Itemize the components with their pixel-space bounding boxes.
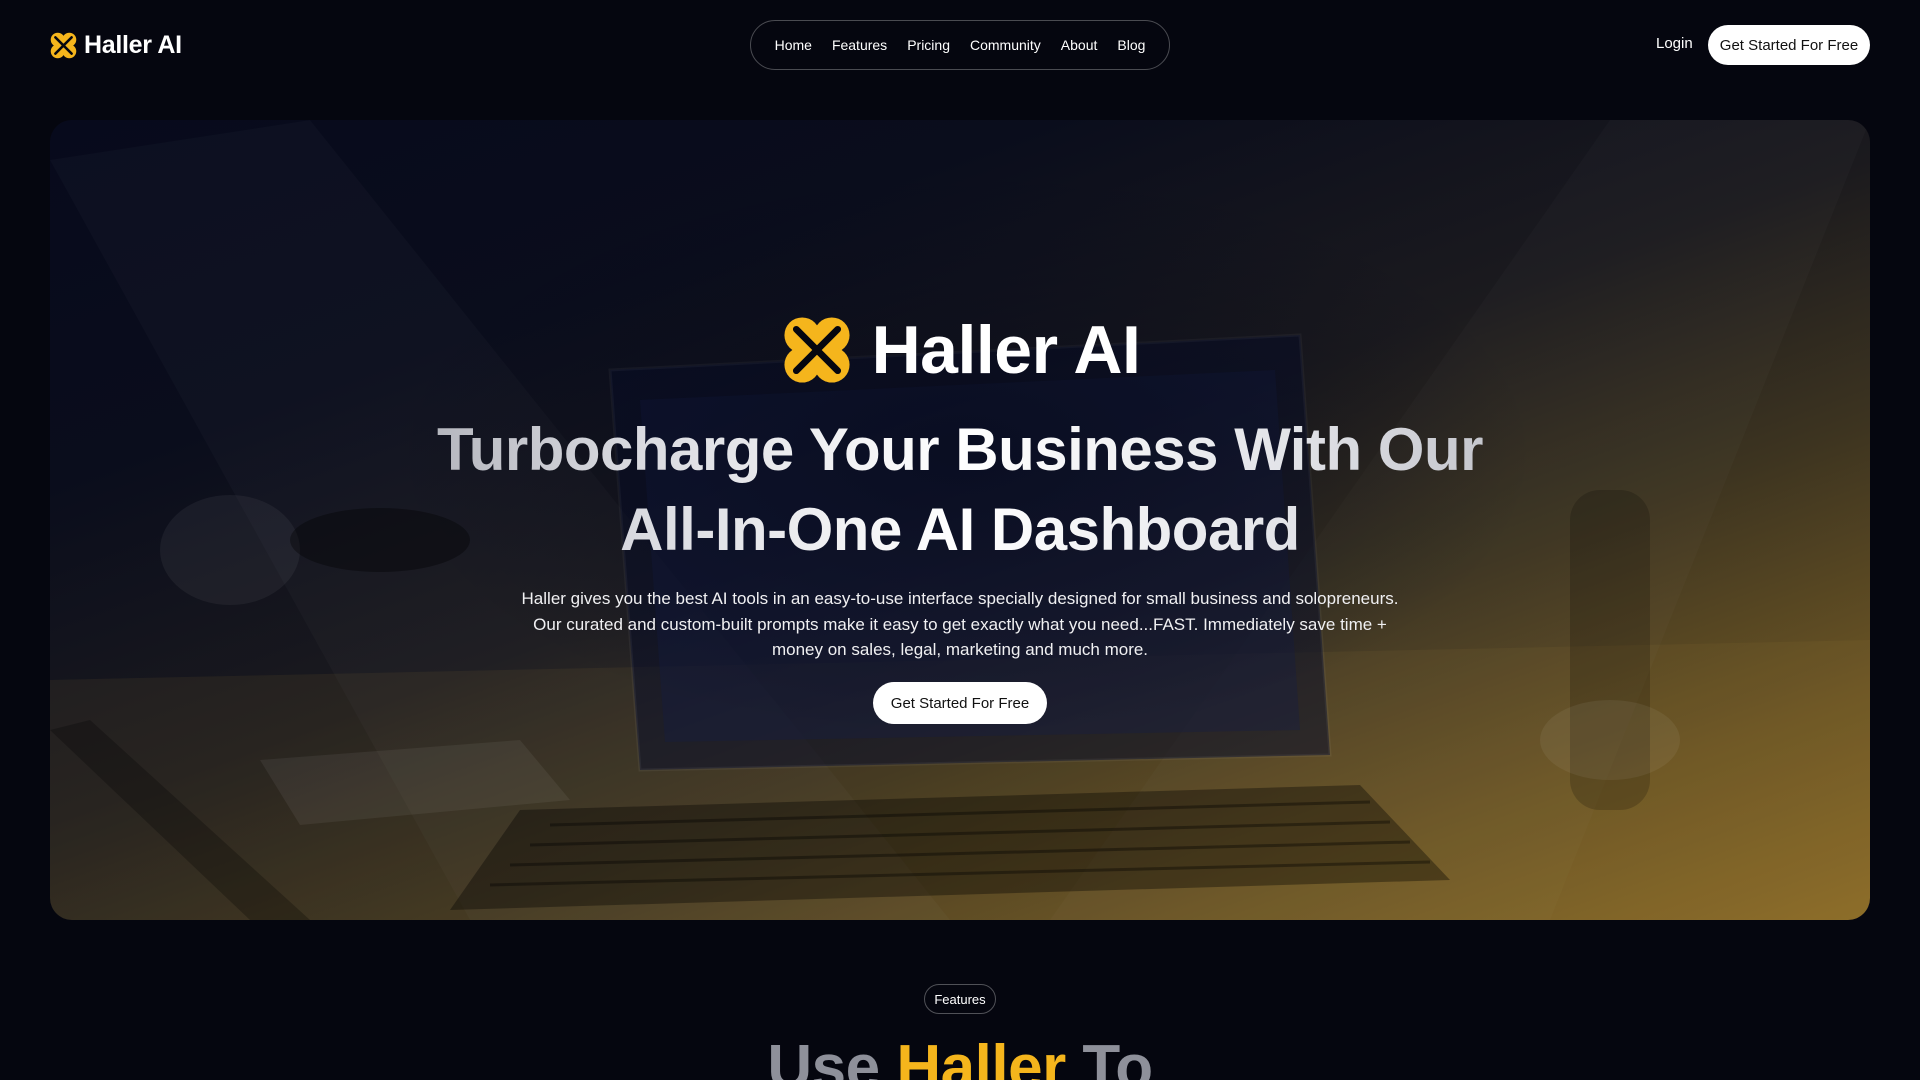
features-heading-accent: Haller — [896, 1033, 1066, 1080]
main-nav: Home Features Pricing Community About Bl… — [750, 20, 1170, 70]
nav-link-blog[interactable]: Blog — [1117, 37, 1145, 53]
hero-description: Haller gives you the best AI tools in an… — [521, 589, 1399, 659]
brand-name: Haller AI — [84, 30, 182, 59]
headline-line-1: Turbocharge Your Business With Our — [437, 416, 1483, 483]
nav-link-home[interactable]: Home — [775, 37, 812, 53]
features-heading-part-1: Use — [767, 1033, 897, 1080]
hero-headline: Turbocharge Your Business With Our All-I… — [210, 410, 1710, 570]
nav-link-features[interactable]: Features — [832, 37, 887, 53]
hero-section: Haller AI Turbocharge Your Business With… — [50, 120, 1870, 920]
nav-link-pricing[interactable]: Pricing — [907, 37, 950, 53]
features-heading-part-2: To — [1065, 1033, 1153, 1080]
landing-page: Haller AI Home Features Pricing Communit… — [0, 0, 1920, 1080]
login-link[interactable]: Login — [1656, 35, 1693, 52]
brand-logo-link[interactable]: Haller AI — [49, 29, 182, 61]
features-heading: Use Haller To — [0, 1028, 1920, 1080]
headline-line-2: All-In-One AI Dashboard — [620, 496, 1300, 563]
hero-brand-name: Haller AI — [871, 312, 1141, 388]
clover-logo-icon — [784, 317, 850, 383]
nav-link-community[interactable]: Community — [970, 37, 1041, 53]
features-badge: Features — [924, 984, 996, 1014]
nav-link-about[interactable]: About — [1061, 37, 1098, 53]
top-navigation-bar: Haller AI Home Features Pricing Communit… — [0, 0, 1920, 90]
get-started-hero-button[interactable]: Get Started For Free — [873, 682, 1047, 724]
get-started-header-button[interactable]: Get Started For Free — [1708, 25, 1870, 65]
hero-brand: Haller AI — [50, 310, 1870, 390]
clover-logo-icon — [50, 32, 77, 58]
